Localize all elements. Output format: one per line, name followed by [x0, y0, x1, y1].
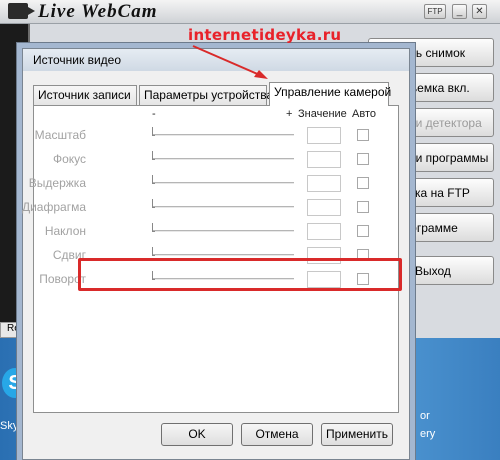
exposure-label: Выдержка	[28, 176, 86, 190]
dialog-titlebar: Источник видео	[23, 49, 409, 71]
focus-slider-thumb[interactable]	[152, 151, 155, 160]
ftp-icon[interactable]: FTP	[424, 4, 446, 19]
pan-slider-thumb[interactable]	[152, 247, 155, 256]
video-source-dialog: Источник видео Источник записи Параметры…	[22, 48, 410, 460]
iris-slider[interactable]	[152, 199, 294, 208]
tilt-slider[interactable]	[152, 223, 294, 232]
zoom-label: Масштаб	[34, 128, 86, 142]
exposure-slider-thumb[interactable]	[152, 175, 155, 184]
tilt-slider-thumb[interactable]	[152, 223, 155, 232]
tilt-label: Наклон	[44, 224, 86, 238]
iris-label: Диафрагма	[21, 200, 86, 214]
zoom-slider[interactable]	[152, 127, 294, 136]
cancel-button[interactable]: Отмена	[241, 423, 313, 446]
skype-label: Skyp	[0, 420, 25, 432]
app-titlebar: Live WebCam FTP _ ✕	[0, 0, 500, 24]
exposure-auto-checkbox[interactable]	[357, 177, 369, 189]
exposure-slider[interactable]	[152, 175, 294, 184]
iris-auto-checkbox[interactable]	[357, 201, 369, 213]
desktop-text-right-2: ery	[420, 428, 436, 440]
exit-label: Выход	[415, 263, 451, 278]
tilt-auto-checkbox[interactable]	[357, 225, 369, 237]
zoom-auto-checkbox[interactable]	[357, 129, 369, 141]
iris-slider-thumb[interactable]	[152, 199, 155, 208]
value-column-header: Значение	[298, 108, 347, 120]
desktop-text-right-1: or	[420, 410, 430, 422]
focus-slider[interactable]	[152, 151, 294, 160]
exposure-value	[307, 175, 341, 192]
program-settings-label: ойки программы	[397, 150, 489, 165]
auto-column-header: Авто	[352, 108, 376, 120]
focus-label: Фокус	[52, 152, 86, 166]
app-title: Live WebCam	[38, 1, 158, 22]
dialog-title: Источник видео	[33, 53, 121, 67]
tilt-value	[307, 223, 341, 240]
zoom-value	[307, 127, 341, 144]
tab-device-parameters[interactable]: Параметры устройства	[139, 85, 273, 105]
close-icon[interactable]: ✕	[472, 4, 487, 19]
apply-button[interactable]: Применить	[321, 423, 393, 446]
ok-button[interactable]: OK	[161, 423, 233, 446]
roll-highlight-box	[78, 258, 402, 291]
focus-value	[307, 151, 341, 168]
tab-recording-source[interactable]: Источник записи	[33, 85, 137, 105]
minimize-icon[interactable]: _	[452, 4, 467, 19]
tab-camera-control[interactable]: Управление камерой	[269, 82, 391, 106]
camera-icon	[8, 3, 35, 19]
watermark: internetideyka.ru	[188, 26, 342, 44]
pan-slider[interactable]	[152, 247, 294, 256]
slider-max-label: +	[286, 108, 293, 120]
zoom-slider-thumb[interactable]	[152, 127, 155, 136]
iris-value	[307, 199, 341, 216]
focus-auto-checkbox[interactable]	[357, 153, 369, 165]
slider-min-label: -	[152, 108, 156, 120]
